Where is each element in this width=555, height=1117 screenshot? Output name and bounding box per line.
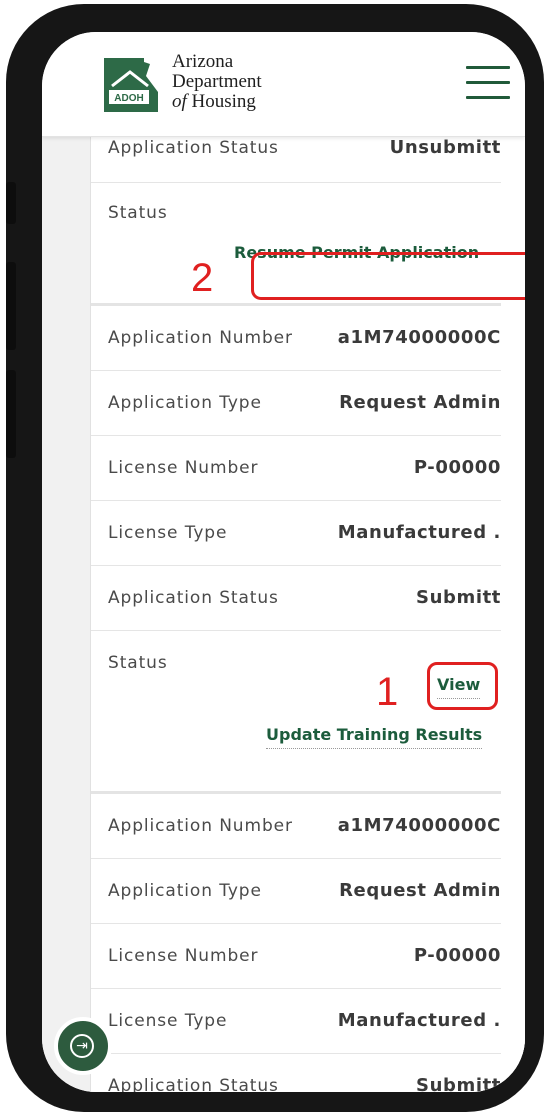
field-label: Status — [108, 653, 168, 673]
svg-text:ADOH: ADOH — [114, 93, 143, 104]
table-row-application-number: Application Number a1M74000000C — [91, 306, 501, 371]
annotation-box-step1 — [427, 662, 498, 710]
update-training-results-link[interactable]: Update Training Results — [266, 725, 483, 749]
field-label: License Number — [108, 458, 259, 478]
field-label: License Type — [108, 523, 228, 543]
application-list-panel[interactable]: Application Status Unsubmitt Status Resu… — [90, 136, 525, 1092]
content-area: Application Status Unsubmitt Status Resu… — [42, 136, 525, 1092]
agency-name-line1: Arizona — [172, 51, 234, 72]
table-row-license-type: License Type Manufactured . — [91, 989, 501, 1054]
field-value: P-00000 — [413, 457, 501, 478]
field-value: Submitt — [416, 1075, 501, 1092]
agency-name: Arizona Department of Housing — [172, 52, 262, 112]
phone-frame: ADOH Arizona Department of Housing Appli… — [6, 4, 544, 1112]
table-row-status: Status View Update Training Results — [91, 631, 501, 791]
table-row-application-status: Application Status Submitt — [91, 566, 501, 631]
field-label: Application Number — [108, 328, 293, 348]
field-label: Application Status — [108, 1076, 279, 1092]
field-value: a1M74000000C — [337, 327, 501, 348]
field-value: Request Admin — [339, 392, 501, 413]
field-value: Manufactured . — [337, 522, 501, 543]
table-row-license-number: License Number P-00000 — [91, 924, 501, 989]
field-value: Request Admin — [339, 880, 501, 901]
field-value: Submitt — [416, 587, 501, 608]
table-row-application-number: Application Number a1M74000000C — [91, 794, 501, 859]
field-label: Application Status — [108, 588, 279, 608]
field-label: Status — [108, 203, 168, 223]
annotation-number-step1: 1 — [376, 670, 399, 714]
table-row-license-number: License Number P-00000 — [91, 436, 501, 501]
arrow-into-circle-icon: ⇥ — [70, 1034, 94, 1058]
adoh-logo-icon[interactable]: ADOH — [100, 56, 162, 114]
field-value: a1M74000000C — [337, 815, 501, 836]
site-header: ADOH Arizona Department of Housing — [42, 32, 525, 137]
table-row-application-type: Application Type Request Admin — [91, 859, 501, 924]
phone-volume-down-button — [6, 370, 16, 458]
field-label: Application Type — [108, 393, 262, 413]
phone-screen: ADOH Arizona Department of Housing Appli… — [42, 32, 525, 1092]
annotation-number-step2: 2 — [191, 256, 214, 300]
table-row-application-status: Application Status Unsubmitt — [91, 136, 501, 183]
table-row-license-type: License Type Manufactured . — [91, 501, 501, 566]
field-label: Application Number — [108, 816, 293, 836]
table-row-application-type: Application Type Request Admin — [91, 371, 501, 436]
agency-name-line2: Department — [172, 71, 262, 92]
hamburger-menu-icon[interactable] — [466, 66, 510, 100]
field-value: P-00000 — [413, 945, 501, 966]
field-label: License Type — [108, 1011, 228, 1031]
agency-name-line3: of Housing — [172, 91, 256, 112]
field-label: Application Status — [108, 138, 279, 158]
phone-volume-up-button — [6, 262, 16, 350]
phone-mute-button — [6, 182, 16, 224]
annotation-box-step2 — [251, 252, 525, 300]
floating-action-button[interactable]: ⇥ — [54, 1017, 112, 1075]
field-value: Unsubmitt — [389, 137, 501, 158]
field-value: Manufactured . — [337, 1010, 501, 1031]
table-row-application-status: Application Status Submitt — [91, 1054, 501, 1092]
field-label: Application Type — [108, 881, 262, 901]
field-label: License Number — [108, 946, 259, 966]
